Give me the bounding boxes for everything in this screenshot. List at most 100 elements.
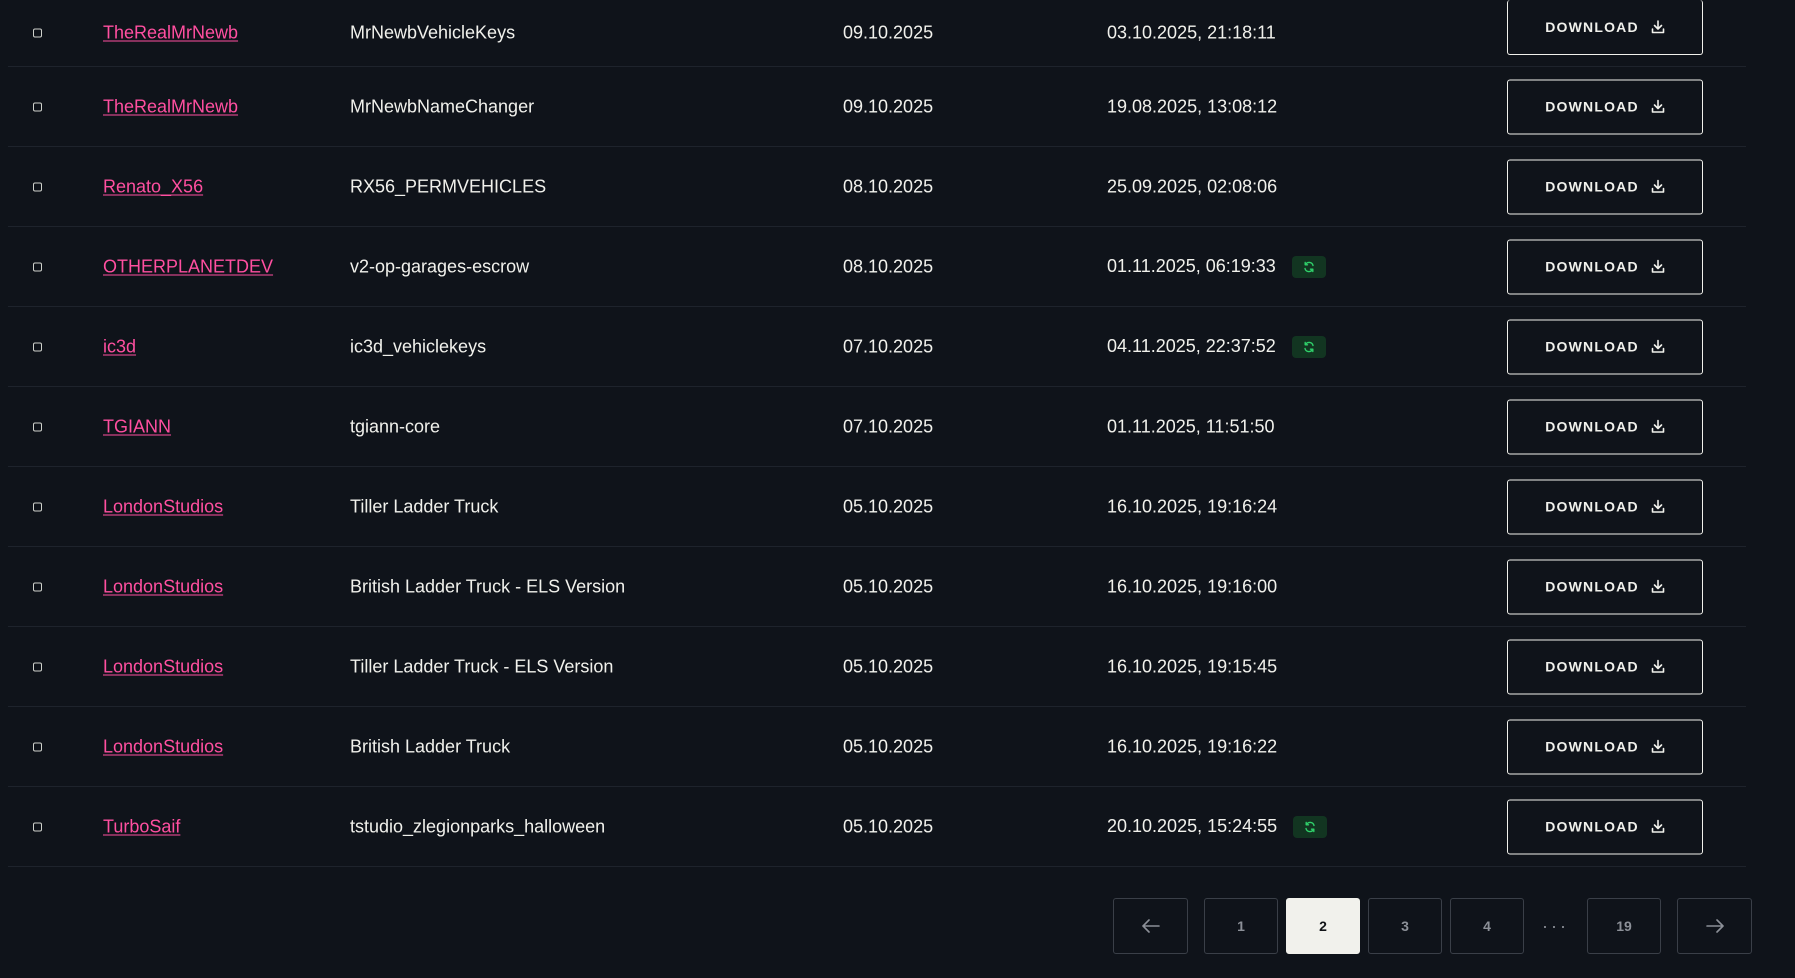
last-updated: 16.10.2025, 19:16:22 xyxy=(1107,736,1277,757)
purchase-date: 05.10.2025 xyxy=(843,816,934,836)
row-checkbox[interactable] xyxy=(33,662,42,671)
download-button[interactable]: DOWNLOAD xyxy=(1507,239,1703,294)
pagination-ellipsis: ··· xyxy=(1542,915,1569,936)
author-link[interactable]: OTHERPLANETDEV xyxy=(103,256,273,277)
purchase-date: 05.10.2025 xyxy=(843,656,934,676)
sync-badge xyxy=(1291,335,1326,358)
last-updated: 01.11.2025, 06:19:33 xyxy=(1107,255,1326,278)
table-row: LondonStudios Tiller Ladder Truck 05.10.20… xyxy=(8,467,1746,547)
resource-name: Tiller Ladder Truck - ELS Version xyxy=(350,656,614,676)
resource-name: Tiller Ladder Truck xyxy=(350,496,499,516)
last-updated: 16.10.2025, 19:16:00 xyxy=(1107,576,1277,597)
page-button-3[interactable]: 3 xyxy=(1368,898,1442,954)
sync-icon xyxy=(1304,341,1314,352)
last-updated-text: 03.10.2025, 21:18:11 xyxy=(1107,22,1276,43)
last-updated-text: 01.11.2025, 11:51:50 xyxy=(1107,416,1275,436)
arrow-right-icon xyxy=(1705,919,1724,933)
author-link[interactable]: TurboSaif xyxy=(103,816,180,837)
table-row: TheRealMrNewb MrNewbVehicleKeys 09.10.2025… xyxy=(8,0,1746,67)
table-row: ic3d ic3d_vehiclekeys 07.10.2025 04.11.2025… xyxy=(8,307,1746,387)
table-row: Renato_X56 RX56_PERMVEHICLES 08.10.2025 25.… xyxy=(8,147,1746,227)
download-button[interactable]: DOWNLOAD xyxy=(1507,319,1703,374)
row-checkbox[interactable] xyxy=(33,102,42,111)
download-button[interactable]: DOWNLOAD xyxy=(1507,79,1703,134)
last-updated-text: 16.10.2025, 19:16:00 xyxy=(1107,576,1278,596)
download-label: DOWNLOAD xyxy=(1545,578,1639,595)
row-checkbox[interactable] xyxy=(33,182,42,191)
table-row: LondonStudios British Ladder Truck - ELS … xyxy=(8,547,1746,627)
download-button[interactable]: DOWNLOAD xyxy=(1507,719,1703,774)
table-row: LondonStudios Tiller Ladder Truck - ELS V… xyxy=(8,627,1746,707)
resource-table: TheRealMrNewb MrNewbVehicleKeys 09.10.2025… xyxy=(8,0,1746,867)
arrow-left-icon xyxy=(1141,919,1160,933)
page-button-4[interactable]: 4 xyxy=(1450,898,1524,954)
resource-name: British Ladder Truck - ELS Version xyxy=(350,576,626,596)
sync-icon xyxy=(1305,821,1315,832)
resource-name: MrNewbVehicleKeys xyxy=(350,22,516,43)
download-button[interactable]: DOWNLOAD xyxy=(1507,399,1703,454)
download-label: DOWNLOAD xyxy=(1545,98,1639,115)
download-button[interactable]: DOWNLOAD xyxy=(1507,799,1703,854)
last-updated: 03.10.2025, 21:18:11 xyxy=(1107,23,1276,44)
sync-icon xyxy=(1304,261,1314,272)
resource-name: tgiann-core xyxy=(350,416,441,436)
resource-name: ic3d_vehiclekeys xyxy=(350,336,487,356)
resource-name: RX56_PERMVEHICLES xyxy=(350,176,547,196)
row-checkbox[interactable] xyxy=(33,582,42,591)
last-updated-text: 04.11.2025, 22:37:52 xyxy=(1107,336,1276,356)
author-link[interactable]: TGIANN xyxy=(103,416,171,437)
page-button-2-current[interactable]: 2 xyxy=(1286,898,1360,954)
resource-name: MrNewbNameChanger xyxy=(350,96,535,116)
download-icon xyxy=(1651,99,1665,113)
download-button[interactable]: DOWNLOAD xyxy=(1507,159,1703,214)
purchase-date: 08.10.2025 xyxy=(843,256,934,276)
page-button-1[interactable]: 1 xyxy=(1204,898,1278,954)
row-checkbox[interactable] xyxy=(33,262,42,271)
download-button[interactable]: DOWNLOAD xyxy=(1507,559,1703,614)
resource-name: tstudio_zlegionparks_halloween xyxy=(350,816,606,836)
page-button-last[interactable]: 19 xyxy=(1587,898,1661,954)
download-button[interactable]: DOWNLOAD xyxy=(1507,639,1703,694)
table-row: TheRealMrNewb MrNewbNameChanger 09.10.2025… xyxy=(8,67,1746,147)
prev-page-button[interactable] xyxy=(1113,898,1188,954)
resource-name: v2-op-garages-escrow xyxy=(350,256,530,276)
download-label: DOWNLOAD xyxy=(1545,338,1639,355)
last-updated: 04.11.2025, 22:37:52 xyxy=(1107,335,1326,358)
row-checkbox[interactable] xyxy=(33,502,42,511)
author-link[interactable]: LondonStudios xyxy=(103,496,223,517)
download-icon xyxy=(1651,499,1665,513)
download-label: DOWNLOAD xyxy=(1545,258,1639,275)
download-label: DOWNLOAD xyxy=(1545,498,1639,515)
download-icon xyxy=(1651,20,1665,34)
download-icon xyxy=(1651,259,1665,273)
download-label: DOWNLOAD xyxy=(1545,818,1639,835)
row-checkbox[interactable] xyxy=(33,742,42,751)
row-checkbox[interactable] xyxy=(33,822,42,831)
download-icon xyxy=(1651,739,1665,753)
last-updated-text: 16.10.2025, 19:16:22 xyxy=(1107,736,1278,756)
last-updated: 20.10.2025, 15:24:55 xyxy=(1107,815,1328,838)
last-updated-text: 16.10.2025, 19:15:45 xyxy=(1107,656,1278,676)
download-button[interactable]: DOWNLOAD xyxy=(1507,479,1703,534)
download-label: DOWNLOAD xyxy=(1545,738,1639,755)
table-row: LondonStudios British Ladder Truck 05.10.2… xyxy=(8,707,1746,787)
row-checkbox[interactable] xyxy=(33,422,42,431)
row-checkbox[interactable] xyxy=(33,28,42,38)
table-row: TurboSaif tstudio_zlegionparks_halloween 0… xyxy=(8,787,1746,867)
author-link[interactable]: LondonStudios xyxy=(103,576,223,597)
author-link[interactable]: LondonStudios xyxy=(103,736,223,757)
row-checkbox[interactable] xyxy=(33,342,42,351)
author-link[interactable]: ic3d xyxy=(103,336,136,357)
author-link[interactable]: TheRealMrNewb xyxy=(103,96,238,117)
purchase-date: 09.10.2025 xyxy=(843,22,934,43)
download-icon xyxy=(1651,819,1665,833)
download-button[interactable]: DOWNLOAD xyxy=(1507,0,1703,55)
author-link[interactable]: TheRealMrNewb xyxy=(103,23,238,44)
next-page-button[interactable] xyxy=(1677,898,1752,954)
author-link[interactable]: Renato_X56 xyxy=(103,176,203,197)
download-icon xyxy=(1651,419,1665,433)
last-updated: 01.11.2025, 11:51:50 xyxy=(1107,416,1274,437)
author-link[interactable]: LondonStudios xyxy=(103,656,223,677)
last-updated-text: 19.08.2025, 13:08:12 xyxy=(1107,96,1278,116)
last-updated-text: 20.10.2025, 15:24:55 xyxy=(1107,816,1278,836)
